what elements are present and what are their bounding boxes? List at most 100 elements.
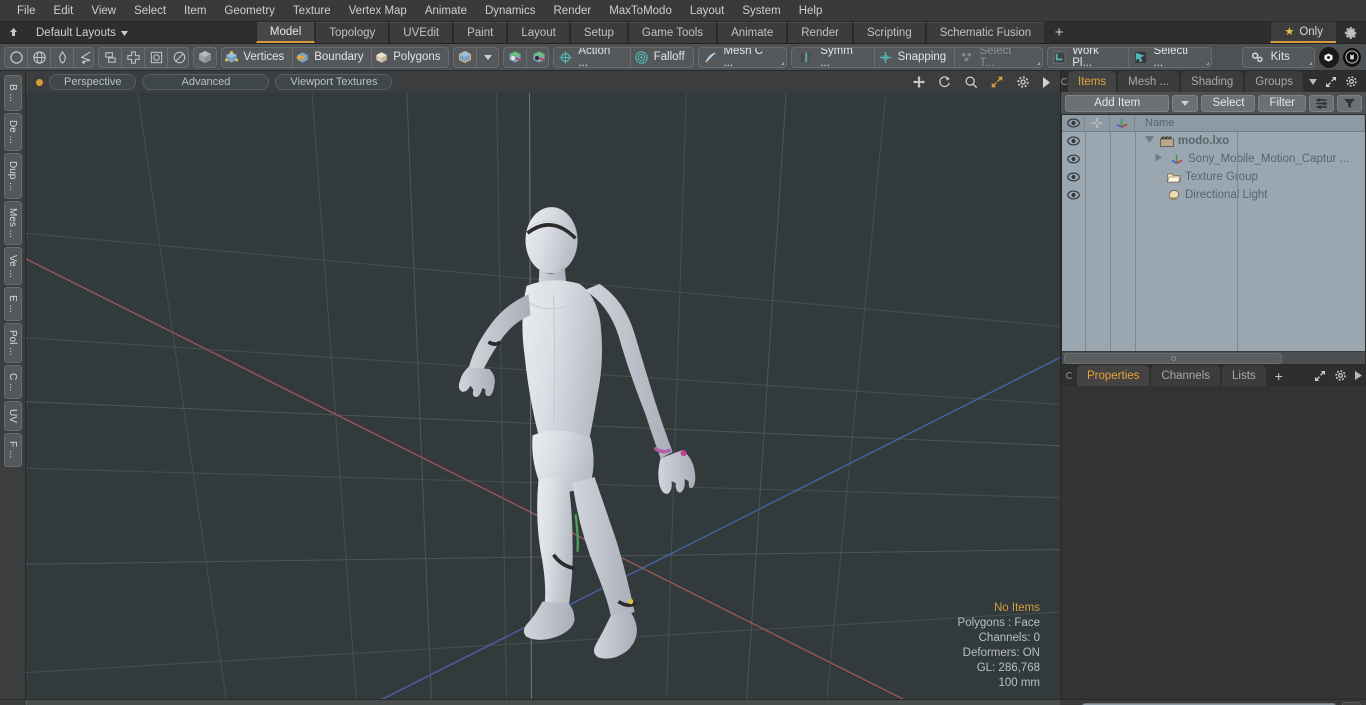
move-icon[interactable]	[909, 75, 929, 89]
tab-topology[interactable]: Topology	[315, 22, 390, 43]
filter-button[interactable]: Filter	[1258, 94, 1306, 112]
left-tab-uv[interactable]: UV	[3, 401, 22, 431]
menu-item-item[interactable]: Item	[175, 2, 215, 20]
menu-item-dynamics[interactable]: Dynamics	[476, 2, 544, 20]
add-tab-button[interactable]: +	[1045, 22, 1074, 43]
tab-setup[interactable]: Setup	[569, 22, 628, 43]
left-tab-curve[interactable]: C ...	[3, 365, 22, 399]
add-item-button[interactable]: Add Item	[1065, 94, 1170, 112]
tab-model[interactable]: Model	[255, 22, 316, 43]
menu-item-view[interactable]: View	[82, 2, 125, 20]
tab-channels[interactable]: Channels	[1151, 365, 1221, 386]
row-axis-cell[interactable]	[1110, 186, 1135, 204]
box-select-icon[interactable]	[145, 47, 169, 67]
row-visibility-toggle[interactable]	[1062, 186, 1085, 204]
tab-game-tools[interactable]: Game Tools	[627, 22, 718, 43]
home-icon[interactable]	[0, 22, 26, 43]
row-axis-cell[interactable]	[1110, 132, 1135, 150]
menu-item-file[interactable]: File	[8, 2, 45, 20]
tab-layout[interactable]: Layout	[507, 22, 570, 43]
tab-shading[interactable]: Shading	[1181, 71, 1244, 92]
viewport-projection-button[interactable]: Perspective	[49, 74, 137, 90]
work-plane-button[interactable]: Work Pl...	[1048, 47, 1130, 67]
unreal-badge-icon[interactable]	[1341, 46, 1362, 68]
selection-set-button[interactable]: Selecti ...	[1129, 48, 1211, 67]
row-lock-cell[interactable]	[1085, 186, 1110, 204]
left-tab-deform[interactable]: De ...	[3, 113, 22, 151]
funnel-icon[interactable]	[1337, 94, 1362, 112]
cube-icon[interactable]	[194, 48, 216, 67]
select-through-button[interactable]: Select T...	[955, 48, 1042, 67]
row-lock-cell[interactable]	[1085, 150, 1110, 168]
table-row[interactable]: Texture Group	[1062, 168, 1365, 186]
row-visibility-toggle[interactable]	[1062, 150, 1085, 168]
tab-paint[interactable]: Paint	[453, 22, 508, 43]
row-axis-cell[interactable]	[1110, 150, 1135, 168]
zoom-icon[interactable]	[961, 75, 981, 89]
row-visibility-toggle[interactable]	[1062, 168, 1085, 186]
row-name-scene[interactable]: modo.lxo	[1135, 132, 1365, 150]
tab-render[interactable]: Render	[787, 22, 853, 43]
left-tab-vertex[interactable]: Ve ...	[3, 247, 22, 285]
items-list-hscrollbar[interactable]	[1062, 351, 1365, 364]
menu-item-maxtomodo[interactable]: MaxToModo	[600, 2, 681, 20]
symmetry-button[interactable]: Symm ...	[792, 47, 876, 67]
row-axis-cell[interactable]	[1110, 168, 1135, 186]
element-icon[interactable]	[99, 47, 123, 67]
selection-mode-boundary[interactable]: Boundary	[293, 47, 372, 67]
list-options-icon[interactable]	[1309, 94, 1334, 112]
viewport-textures-button[interactable]: Viewport Textures	[275, 74, 393, 90]
fit-icon[interactable]	[987, 75, 1007, 89]
chevron-right-icon[interactable]	[1039, 76, 1054, 88]
menu-item-layout[interactable]: Layout	[681, 2, 734, 20]
center-icon[interactable]	[122, 47, 146, 67]
gear-icon[interactable]	[1013, 75, 1033, 89]
rotate-icon[interactable]	[935, 75, 955, 89]
selection-mode-vertices[interactable]: Vertices	[222, 47, 293, 67]
menu-item-geometry[interactable]: Geometry	[215, 2, 284, 20]
left-tab-edge[interactable]: E ...	[3, 287, 22, 321]
mesh-constraint-button[interactable]: Mesh C ...	[699, 48, 786, 67]
pen-icon[interactable]	[51, 47, 74, 67]
menu-item-edit[interactable]: Edit	[45, 2, 83, 20]
left-tab-basic[interactable]: B ...	[3, 75, 22, 111]
items-list[interactable]: Name modo.lxo Sony_Mobile_Motion_Captur …	[1061, 114, 1366, 365]
expand-icon[interactable]	[1310, 365, 1330, 386]
menu-item-render[interactable]: Render	[544, 2, 600, 20]
row-name-locator[interactable]: Sony_Mobile_Motion_Captur ...	[1135, 150, 1365, 168]
action-center-button[interactable]: Action ...	[554, 47, 631, 67]
item-mode-dropdown[interactable]	[477, 48, 498, 67]
menu-item-vertex-map[interactable]: Vertex Map	[340, 2, 416, 20]
menu-item-system[interactable]: System	[733, 2, 789, 20]
tab-scripting[interactable]: Scripting	[852, 22, 926, 43]
table-row[interactable]: Sony_Mobile_Motion_Captur ...	[1062, 150, 1365, 168]
only-toggle-button[interactable]: ★ Only	[1270, 22, 1336, 43]
scrollbar-thumb[interactable]	[1064, 352, 1282, 364]
add-item-dropdown[interactable]	[1172, 94, 1199, 112]
tab-schematic-fusion[interactable]: Schematic Fusion	[925, 22, 1046, 43]
menu-item-texture[interactable]: Texture	[284, 2, 340, 20]
menu-item-select[interactable]: Select	[125, 2, 175, 20]
expand-icon[interactable]	[1321, 71, 1341, 92]
tab-properties[interactable]: Properties	[1077, 365, 1150, 386]
kits-button[interactable]: Kits	[1241, 46, 1315, 68]
gear-icon[interactable]	[1341, 71, 1362, 92]
left-tab-mesh-edit[interactable]: Mes ...	[3, 201, 22, 245]
row-name-texture-group[interactable]: Texture Group	[1135, 168, 1365, 186]
record-icon[interactable]	[1342, 701, 1361, 705]
table-row[interactable]: modo.lxo	[1062, 132, 1365, 150]
layout-selector[interactable]: Default Layouts	[26, 22, 138, 43]
globe-icon[interactable]	[28, 47, 51, 67]
row-visibility-toggle[interactable]	[1062, 132, 1085, 150]
tab-uvedit[interactable]: UVEdit	[389, 22, 454, 43]
selection-mode-polygons[interactable]: Polygons	[372, 48, 448, 67]
item-cube-icon[interactable]	[454, 47, 477, 67]
snap-cube-b-icon[interactable]	[527, 48, 548, 67]
tab-mesh[interactable]: Mesh ...	[1118, 71, 1180, 92]
menu-item-help[interactable]: Help	[790, 2, 832, 20]
circle-icon[interactable]	[5, 47, 28, 67]
tab-animate[interactable]: Animate	[717, 22, 788, 43]
left-tab-fusion[interactable]: F ...	[3, 433, 22, 467]
snapping-button[interactable]: Snapping	[875, 47, 956, 67]
row-lock-cell[interactable]	[1085, 168, 1110, 186]
